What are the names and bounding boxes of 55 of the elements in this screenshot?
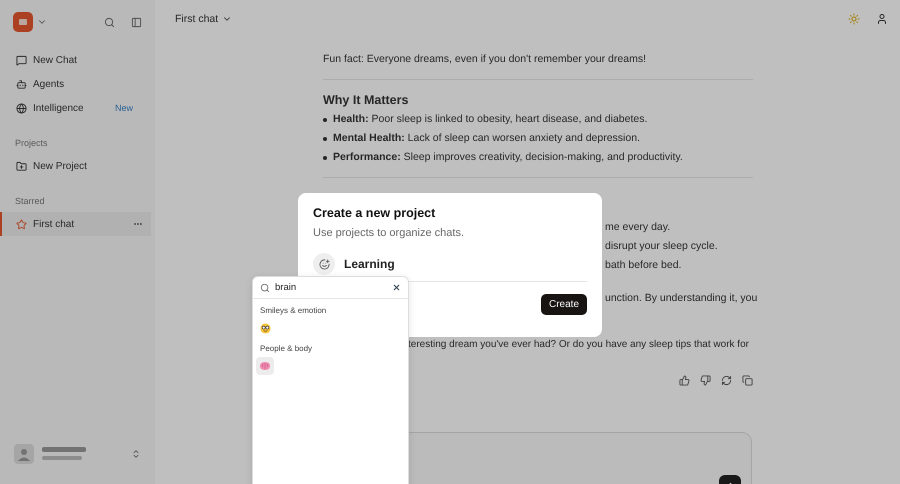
create-button[interactable]: Create (540, 294, 587, 315)
nav-icon (16, 102, 27, 114)
star-icon (16, 218, 27, 230)
item-label: First chat (33, 218, 74, 230)
message-text: unction. By understanding it, you (605, 291, 758, 306)
user-info-drawing (42, 447, 88, 461)
message-text: Fun fact: Everyone dreams, even if you don't remember your dreams! (323, 52, 647, 67)
user-icon[interactable] (876, 13, 888, 25)
sidebar-item[interactable]: First chat (0, 212, 151, 236)
emoji-group-title: People & body (259, 343, 314, 355)
copy-icon[interactable] (742, 375, 753, 386)
bullet-dot (323, 156, 327, 160)
bullet-text: Performance: Sleep improves creativity, decision-making, and productivity. (333, 150, 683, 165)
search-icon[interactable] (104, 16, 115, 28)
nav-label: Intelligence (33, 102, 84, 114)
bullet-text: Health: Poor sleep is linked to obesity, heart disease, and diabetes. (333, 112, 648, 127)
nav-icon (16, 78, 27, 90)
sidebar-item[interactable]: New Project (0, 154, 151, 178)
nav-item[interactable]: Intelligence New (0, 96, 151, 120)
message-text: me every day. (605, 220, 670, 235)
chat-title[interactable]: First chat (175, 13, 218, 25)
nav-item[interactable]: Agents (0, 72, 151, 96)
emoji-picker-button[interactable] (313, 253, 335, 275)
emoji-option[interactable] (256, 357, 274, 375)
emoji-group-title: Smileys & emotion (259, 305, 328, 317)
section-title: Projects (14, 138, 49, 148)
expand-icon[interactable] (131, 449, 141, 459)
sidebar-toggle-icon[interactable] (131, 16, 142, 28)
bullet-dot (323, 137, 327, 141)
item-label: New Project (33, 160, 87, 172)
nav-label: New Chat (33, 54, 77, 66)
refresh-icon[interactable] (721, 375, 732, 386)
nav-label: Agents (33, 78, 64, 90)
nerd-face-icon (260, 322, 270, 334)
project-name-input[interactable]: Learning (344, 257, 564, 271)
bullet-text: Mental Health: Lack of sleep can worsen anxiety and depression. (333, 131, 640, 146)
nav-item[interactable]: New Chat (0, 48, 151, 72)
thumbs-down-icon[interactable] (700, 375, 711, 386)
clear-icon[interactable] (392, 283, 401, 292)
folder-icon (16, 160, 27, 172)
app-logo[interactable] (13, 12, 33, 32)
message-text: disrupt your sleep cycle. (605, 239, 718, 254)
nav-icon (16, 54, 27, 66)
bullet-dot (323, 118, 327, 122)
smile-plus-icon (318, 258, 330, 270)
message-text: teresting dream you've ever had? Or do you have any sleep tips that work for (408, 338, 750, 351)
search-icon (260, 282, 270, 292)
new-tag: New (114, 103, 133, 113)
section-title: Starred (14, 196, 46, 206)
dialog-title: Create a new project (313, 206, 436, 220)
thumbs-up-icon[interactable] (679, 375, 690, 386)
message-text: bath before bed. (605, 258, 682, 273)
dialog-subtitle: Use projects to organize chats. (313, 227, 466, 239)
message-heading: Why It Matters (323, 92, 410, 109)
brain-icon (259, 361, 271, 371)
